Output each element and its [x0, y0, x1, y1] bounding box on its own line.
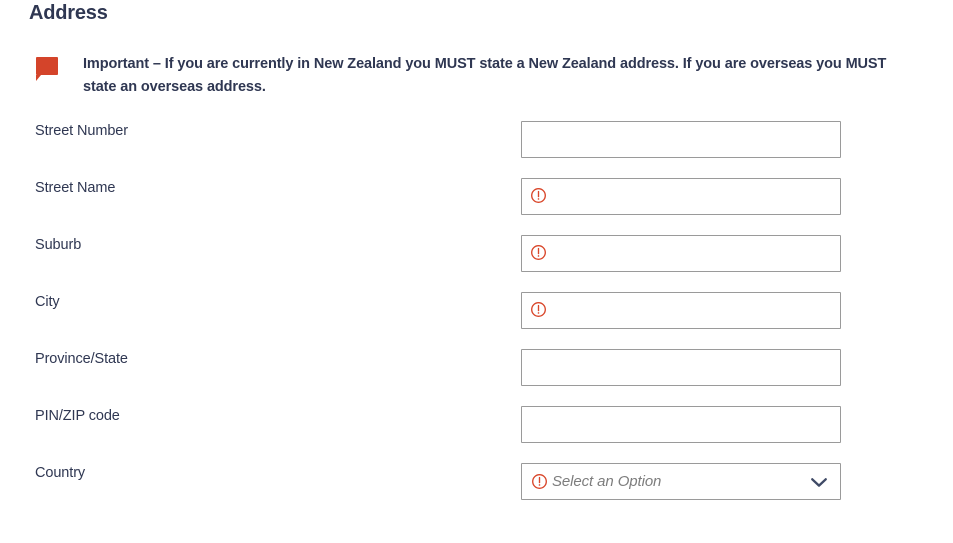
address-form-page: Address Important – If you are currently…: [0, 0, 953, 543]
chevron-down-icon: [811, 477, 827, 487]
field-label: City: [35, 294, 60, 310]
form-row: Province/State: [0, 338, 953, 395]
important-notice-text: Important – If you are currently in New …: [83, 56, 887, 96]
important-notice: Important – If you are currently in New …: [29, 53, 929, 100]
country-select[interactable]: Select an Option: [521, 463, 841, 500]
form-row: Country Select an Option: [0, 452, 953, 509]
pin-zip-code-input[interactable]: [521, 406, 841, 443]
city-input[interactable]: [521, 292, 841, 329]
form-row: Street Name: [0, 167, 953, 224]
field-label: Country: [35, 465, 86, 481]
field-label: Suburb: [35, 237, 82, 253]
field-label: Province/State: [35, 351, 128, 367]
form-row: PIN/ZIP code: [0, 395, 953, 452]
form-row: Suburb: [0, 224, 953, 281]
form-row: City: [0, 281, 953, 338]
address-fields: Street Number Street Name Suburb City Provin…: [0, 110, 953, 509]
field-label: Street Name: [35, 180, 116, 196]
select-inner: Select an Option: [522, 464, 840, 499]
suburb-input[interactable]: [521, 235, 841, 272]
field-label: Street Number: [35, 123, 128, 139]
error-exclamation-icon: [532, 474, 547, 489]
error-exclamation-icon: [531, 302, 546, 317]
form-row: Street Number: [0, 110, 953, 167]
speech-bubble-icon: [36, 57, 58, 81]
select-selected-value: Select an Option: [552, 473, 662, 490]
error-exclamation-icon: [531, 245, 546, 260]
street-number-input[interactable]: [521, 121, 841, 158]
page-title: Address: [29, 2, 108, 24]
field-label: PIN/ZIP code: [35, 408, 120, 424]
street-name-input[interactable]: [521, 178, 841, 215]
error-exclamation-icon: [531, 188, 546, 203]
province-state-input[interactable]: [521, 349, 841, 386]
